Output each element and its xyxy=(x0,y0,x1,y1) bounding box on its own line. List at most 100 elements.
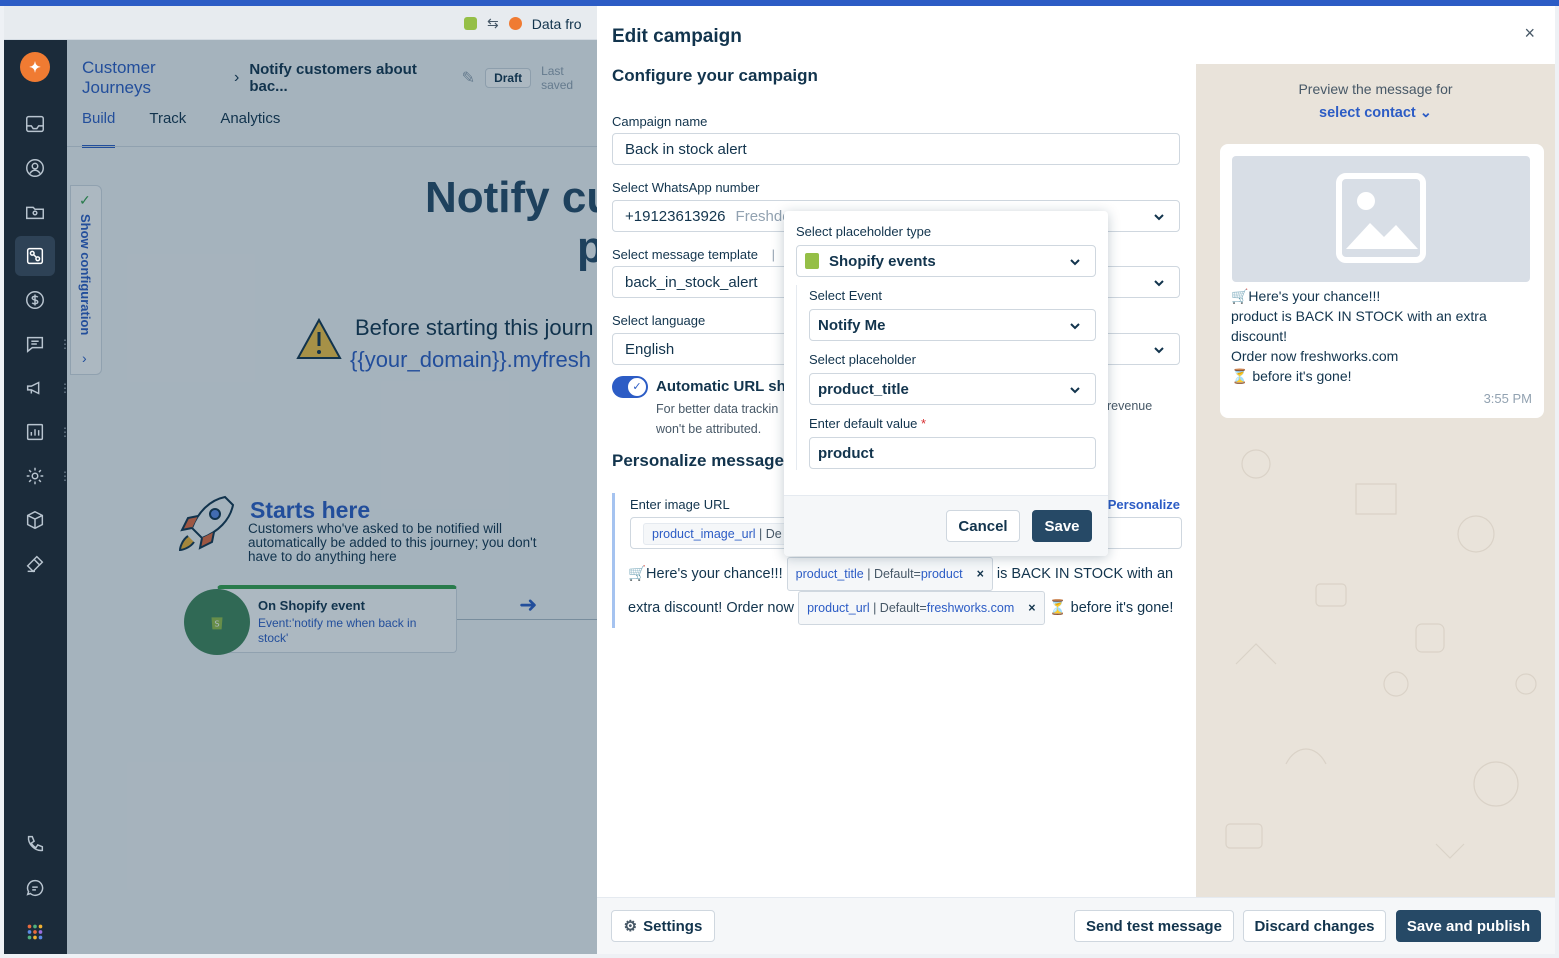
phone-icon[interactable] xyxy=(15,826,55,862)
cancel-button[interactable]: Cancel xyxy=(946,510,1020,542)
message-preview: Preview the message for select contact ⌄… xyxy=(1196,64,1555,897)
campaign-name-input[interactable]: Back in stock alert xyxy=(612,133,1180,165)
logo[interactable]: ✦ xyxy=(20,52,50,82)
language-value: English xyxy=(625,340,675,358)
preview-line: product is BACK IN STOCK with an extra d… xyxy=(1231,308,1487,344)
remove-chip-icon[interactable]: × xyxy=(1028,601,1035,615)
check-icon: ✓ xyxy=(627,377,647,397)
settings-label: Settings xyxy=(643,917,703,935)
default-value-label-text: Enter default value xyxy=(809,416,918,431)
send-test-button[interactable]: Send test message xyxy=(1074,910,1234,942)
shopify-icon xyxy=(805,253,819,269)
default-value-label: Enter default value * xyxy=(809,416,926,431)
image-placeholder xyxy=(1232,156,1530,282)
template-label: Select message template | xyxy=(612,247,775,262)
preview-line: 🛒Here's your chance!!! xyxy=(1231,288,1381,304)
image-icon xyxy=(1336,173,1426,263)
chip-default: | De xyxy=(759,527,782,541)
image-placeholder-chip[interactable]: product_image_url | De xyxy=(643,523,791,545)
apps-grid-icon[interactable] xyxy=(15,914,55,950)
chart-icon[interactable] xyxy=(15,414,55,450)
journey-icon[interactable] xyxy=(15,236,55,276)
chip-key: product_image_url xyxy=(652,527,756,541)
message-prefix: 🛒Here's your chance!!! xyxy=(628,566,783,582)
contact-icon[interactable] xyxy=(15,150,55,186)
whatsapp-value: +19123613926 xyxy=(625,207,726,225)
personalize-link[interactable]: Personalize xyxy=(1108,497,1180,512)
chip-default-label: | Default= xyxy=(863,567,921,581)
chip-key: product_title xyxy=(795,567,864,581)
event-value: Notify Me xyxy=(818,316,886,334)
message-body[interactable]: 🛒Here's your chance!!! product_title | D… xyxy=(628,557,1184,625)
remove-chip-icon[interactable]: × xyxy=(977,567,984,581)
default-value: product xyxy=(818,444,874,462)
template-separator: | xyxy=(771,247,775,262)
placeholder-fields: Select Event Notify Me Select placeholde… xyxy=(796,285,1096,470)
whatsapp-label: Select WhatsApp number xyxy=(612,180,760,195)
left-nav: ✦ ⋮ ⋮ ⋮ ⋮ xyxy=(4,40,71,954)
product-url-chip[interactable]: product_url | Default=freshworks.com × xyxy=(798,591,1045,625)
inbox-icon[interactable] xyxy=(15,106,55,142)
chevron-down-icon xyxy=(1069,383,1081,400)
save-button[interactable]: Save xyxy=(1032,510,1092,542)
product-title-chip[interactable]: product_title | Default=product × xyxy=(786,557,993,591)
megaphone-icon[interactable] xyxy=(15,370,55,406)
auto-url-toggle[interactable]: ✓ xyxy=(612,376,648,398)
tool-icon[interactable] xyxy=(15,546,55,582)
placeholder-type-select[interactable]: Shopify events xyxy=(796,245,1096,277)
chevron-down-icon xyxy=(1153,276,1165,293)
shopify-icon xyxy=(464,17,477,30)
freshworks-icon xyxy=(508,17,522,30)
required-mark: * xyxy=(921,416,927,431)
preview-text: 🛒Here's your chance!!! product is BACK I… xyxy=(1231,286,1536,386)
personalize-title: Personalize message xyxy=(612,451,784,470)
message-time: 3:55 PM xyxy=(1483,391,1532,406)
whatsapp-account: Freshde xyxy=(735,207,791,225)
drawer-footer: ⚙ Settings Send test message Discard chan… xyxy=(597,897,1555,954)
campaign-name-label: Campaign name xyxy=(612,114,708,129)
default-value-input[interactable]: product xyxy=(809,437,1096,469)
close-icon[interactable]: × xyxy=(1524,23,1535,44)
sync-icon: ⇆ xyxy=(487,15,499,31)
section-title: Configure your campaign xyxy=(612,66,818,85)
auto-url-help-tail: revenue xyxy=(1107,399,1153,413)
chevron-down-icon xyxy=(1069,319,1081,336)
folder-icon[interactable] xyxy=(15,194,55,230)
placeholder-type-label: Select placeholder type xyxy=(796,224,932,239)
overlay-dim xyxy=(67,40,597,954)
box-icon[interactable] xyxy=(15,502,55,538)
template-label-text: Select message template xyxy=(612,247,758,262)
chip-default-value: product xyxy=(920,567,963,581)
message-suffix: ⏳ before it's gone! xyxy=(1048,600,1174,616)
preview-header: Preview the message for xyxy=(1298,81,1453,97)
notice: ⇆ Data fro xyxy=(464,15,582,32)
auto-url-help: For better data trackin won't be attribu… xyxy=(656,402,779,436)
drawer-title: Edit campaign xyxy=(612,26,742,47)
placeholder-label: Select placeholder xyxy=(809,352,916,367)
settings-button[interactable]: ⚙ Settings xyxy=(611,910,715,942)
event-label: Select Event xyxy=(809,288,882,303)
placeholder-type-value: Shopify events xyxy=(829,252,936,270)
template-value: back_in_stock_alert xyxy=(625,273,758,291)
event-select[interactable]: Notify Me xyxy=(809,309,1096,341)
placeholder-select[interactable]: product_title xyxy=(809,373,1096,405)
chip-default-value: freshworks.com xyxy=(926,601,1015,615)
popover-footer: Cancel Save xyxy=(784,495,1108,556)
gear-icon: ⚙ xyxy=(623,918,638,935)
image-url-label: Enter image URL xyxy=(630,497,730,512)
select-contact-dropdown[interactable]: select contact ⌄ xyxy=(1196,105,1555,121)
discard-button[interactable]: Discard changes xyxy=(1243,910,1386,942)
save-publish-button[interactable]: Save and publish xyxy=(1396,910,1541,942)
gear-icon[interactable] xyxy=(15,458,55,494)
message-bubble: 🛒Here's your chance!!! product is BACK I… xyxy=(1220,144,1544,418)
preview-line: ⏳ before it's gone! xyxy=(1231,368,1352,384)
auto-url-label: Automatic URL sho xyxy=(656,378,795,395)
chat-bubble-icon[interactable] xyxy=(15,870,55,906)
chip-default-label: | Default= xyxy=(869,601,927,615)
chip-key: product_url xyxy=(807,601,870,615)
preview-line: Order now freshworks.com xyxy=(1231,348,1399,364)
notice-text: Data fro xyxy=(531,15,582,32)
placeholder-value: product_title xyxy=(818,380,909,398)
dollar-icon[interactable] xyxy=(15,282,55,318)
chat-icon[interactable] xyxy=(15,326,55,362)
